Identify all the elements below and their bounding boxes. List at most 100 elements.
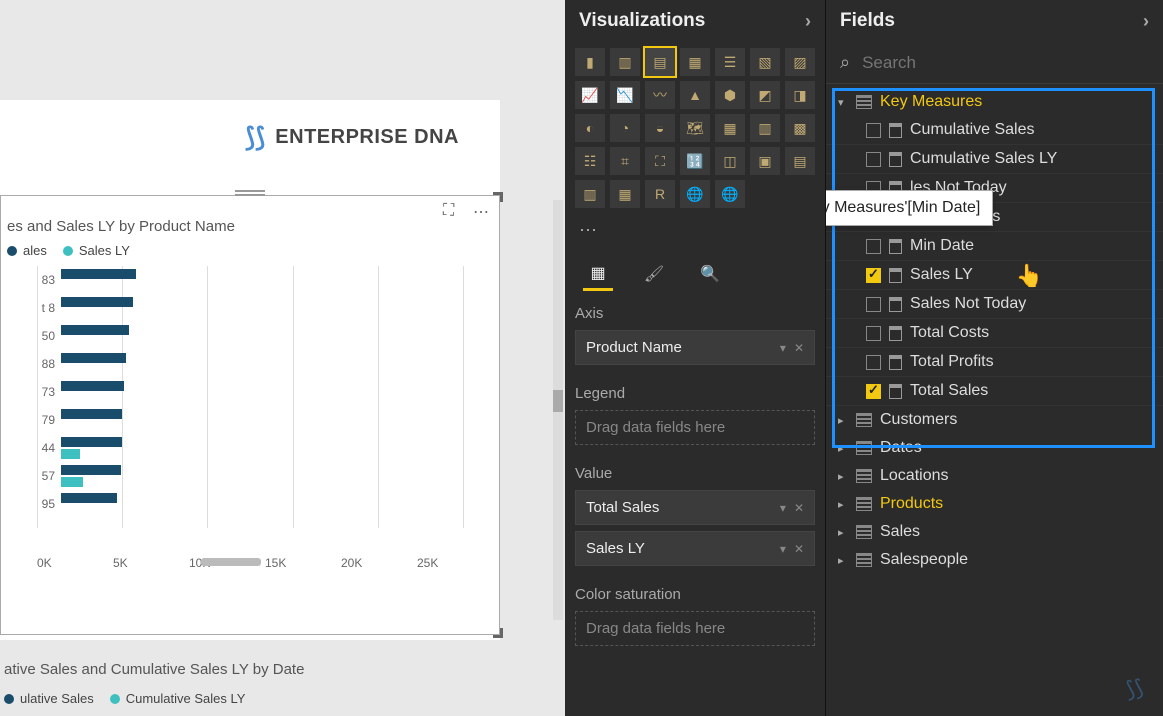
bar-segment[interactable] (61, 325, 129, 335)
field-total-profits[interactable]: Total Profits (826, 348, 1163, 377)
field-total-costs[interactable]: Total Costs (826, 319, 1163, 348)
field-total-sales[interactable]: Total Sales (826, 377, 1163, 406)
search-input[interactable] (862, 53, 1149, 73)
category-label: t 8 (37, 301, 61, 315)
viz-type-tile[interactable]: 🔢 (680, 147, 710, 175)
value-field[interactable]: Total Sales ▾✕ (575, 490, 815, 525)
checkbox[interactable] (866, 152, 881, 167)
checkbox[interactable] (866, 355, 881, 370)
table-salespeople[interactable]: ▸Salespeople (826, 546, 1163, 574)
viz-type-tile[interactable]: ◒ (645, 114, 675, 142)
scrollbar-thumb[interactable] (553, 390, 563, 412)
remove-icon[interactable]: ✕ (794, 501, 804, 515)
resize-handle-tr[interactable] (493, 192, 503, 202)
more-options-icon[interactable]: ⋯ (473, 202, 491, 220)
table-locations[interactable]: ▸Locations (826, 462, 1163, 490)
viz-type-tile[interactable]: ▥ (575, 180, 605, 208)
viz-type-tile[interactable]: ⌗ (610, 147, 640, 175)
bar-row: 57 (37, 462, 493, 490)
viz-type-tile[interactable]: ▩ (785, 114, 815, 142)
value-field[interactable]: Sales LY ▾✕ (575, 531, 815, 566)
viz-type-tile[interactable]: ▦ (610, 180, 640, 208)
collapse-icon[interactable]: › (805, 11, 811, 32)
tab-format[interactable]: 🖌 (639, 257, 669, 291)
viz-type-tile[interactable]: ◔ (610, 114, 640, 142)
viz-type-tile[interactable]: ⬢ (715, 81, 745, 109)
viz-type-tile[interactable]: ▥ (750, 114, 780, 142)
more-visuals-icon[interactable]: ⋯ (565, 214, 825, 247)
viz-type-tile[interactable]: 🗺 (680, 114, 710, 142)
field-cumulative-sales-ly[interactable]: Cumulative Sales LY (826, 145, 1163, 174)
viz-type-tile[interactable]: ◨ (785, 81, 815, 109)
bar-segment[interactable] (61, 493, 117, 503)
remove-icon[interactable]: ✕ (794, 341, 804, 355)
bar-segment[interactable] (61, 465, 121, 475)
report-canvas[interactable]: ⟆⟆ ENTERPRISE DNA ⛶ ⋯ es and Sales LY by… (0, 0, 565, 716)
table-customers[interactable]: ▸Customers (826, 406, 1163, 434)
table-key-measures[interactable]: ▾Key Measures (826, 88, 1163, 116)
dropdown-icon[interactable]: ▾ (780, 501, 786, 515)
viz-type-tile[interactable]: 🌐 (680, 180, 710, 208)
vertical-scrollbar[interactable] (553, 200, 563, 620)
field-sales-not-today[interactable]: Sales Not Today (826, 290, 1163, 319)
bar-segment[interactable] (61, 381, 124, 391)
color-drop-target[interactable]: Drag data fields here (575, 611, 815, 646)
viz-type-tile[interactable]: ▤ (785, 147, 815, 175)
focus-mode-icon[interactable]: ⛶ (443, 202, 461, 220)
viz-type-tile[interactable]: 🌐 (715, 180, 745, 208)
viz-type-tile[interactable]: ▮ (575, 48, 605, 76)
field-label: Sales Not Today (910, 295, 1026, 313)
viz-type-tile[interactable]: ◩ (750, 81, 780, 109)
bar-segment[interactable] (61, 269, 136, 279)
horizontal-scrollbar[interactable] (201, 558, 261, 566)
viz-type-tile[interactable]: ☷ (575, 147, 605, 175)
viz-type-tile[interactable]: ▤ (645, 48, 675, 76)
checkbox[interactable] (866, 239, 881, 254)
bar-segment[interactable] (61, 409, 122, 419)
field-sales-ly[interactable]: Sales LY👆 (826, 261, 1163, 290)
viz-type-tile[interactable]: ▧ (750, 48, 780, 76)
legend-drop-target[interactable]: Drag data fields here (575, 410, 815, 445)
checkbox[interactable] (866, 326, 881, 341)
viz-type-tile[interactable]: ◫ (715, 147, 745, 175)
viz-type-tile[interactable]: ▦ (680, 48, 710, 76)
tab-analytics[interactable]: 🔍 (695, 257, 725, 291)
viz-type-tile[interactable]: 📈 (575, 81, 605, 109)
field-cumulative-sales[interactable]: Cumulative Sales (826, 116, 1163, 145)
bar-segment[interactable] (61, 477, 83, 487)
bar-segment[interactable] (61, 437, 122, 447)
measure-icon (889, 326, 902, 341)
table-dates[interactable]: ▸Dates (826, 434, 1163, 462)
collapse-icon[interactable]: › (1143, 11, 1149, 32)
checkbox[interactable] (866, 268, 881, 283)
bar-segment[interactable] (61, 449, 80, 459)
bar-chart-visual[interactable]: ⛶ ⋯ es and Sales LY by Product Name ales… (0, 195, 500, 635)
viz-type-tile[interactable]: 📉 (610, 81, 640, 109)
viz-type-tile[interactable]: ▣ (750, 147, 780, 175)
table-sales[interactable]: ▸Sales (826, 518, 1163, 546)
viz-type-tile[interactable]: ▨ (785, 48, 815, 76)
viz-type-tile[interactable]: R (645, 180, 675, 208)
field-min-date[interactable]: Min Date (826, 232, 1163, 261)
tab-fields[interactable]: ▦ (583, 257, 613, 291)
viz-type-tile[interactable]: ◐ (575, 114, 605, 142)
checkbox[interactable] (866, 123, 881, 138)
dropdown-icon[interactable]: ▾ (780, 542, 786, 556)
dropdown-icon[interactable]: ▾ (780, 341, 786, 355)
caret-right-icon: ▸ (838, 554, 848, 567)
viz-type-tile[interactable]: ▥ (610, 48, 640, 76)
drag-handle-icon[interactable] (235, 190, 265, 196)
viz-type-tile[interactable]: ▦ (715, 114, 745, 142)
viz-type-tile[interactable]: 〰 (645, 81, 675, 109)
checkbox[interactable] (866, 297, 881, 312)
table-products[interactable]: ▸Products (826, 490, 1163, 518)
bar-segment[interactable] (61, 353, 126, 363)
viz-type-tile[interactable]: ▲ (680, 81, 710, 109)
resize-handle-br[interactable] (493, 628, 503, 638)
remove-icon[interactable]: ✕ (794, 542, 804, 556)
checkbox[interactable] (866, 384, 881, 399)
bar-segment[interactable] (61, 297, 133, 307)
viz-type-tile[interactable]: ☰ (715, 48, 745, 76)
axis-field[interactable]: Product Name ▾✕ (575, 330, 815, 365)
viz-type-tile[interactable]: ⛶ (645, 147, 675, 175)
